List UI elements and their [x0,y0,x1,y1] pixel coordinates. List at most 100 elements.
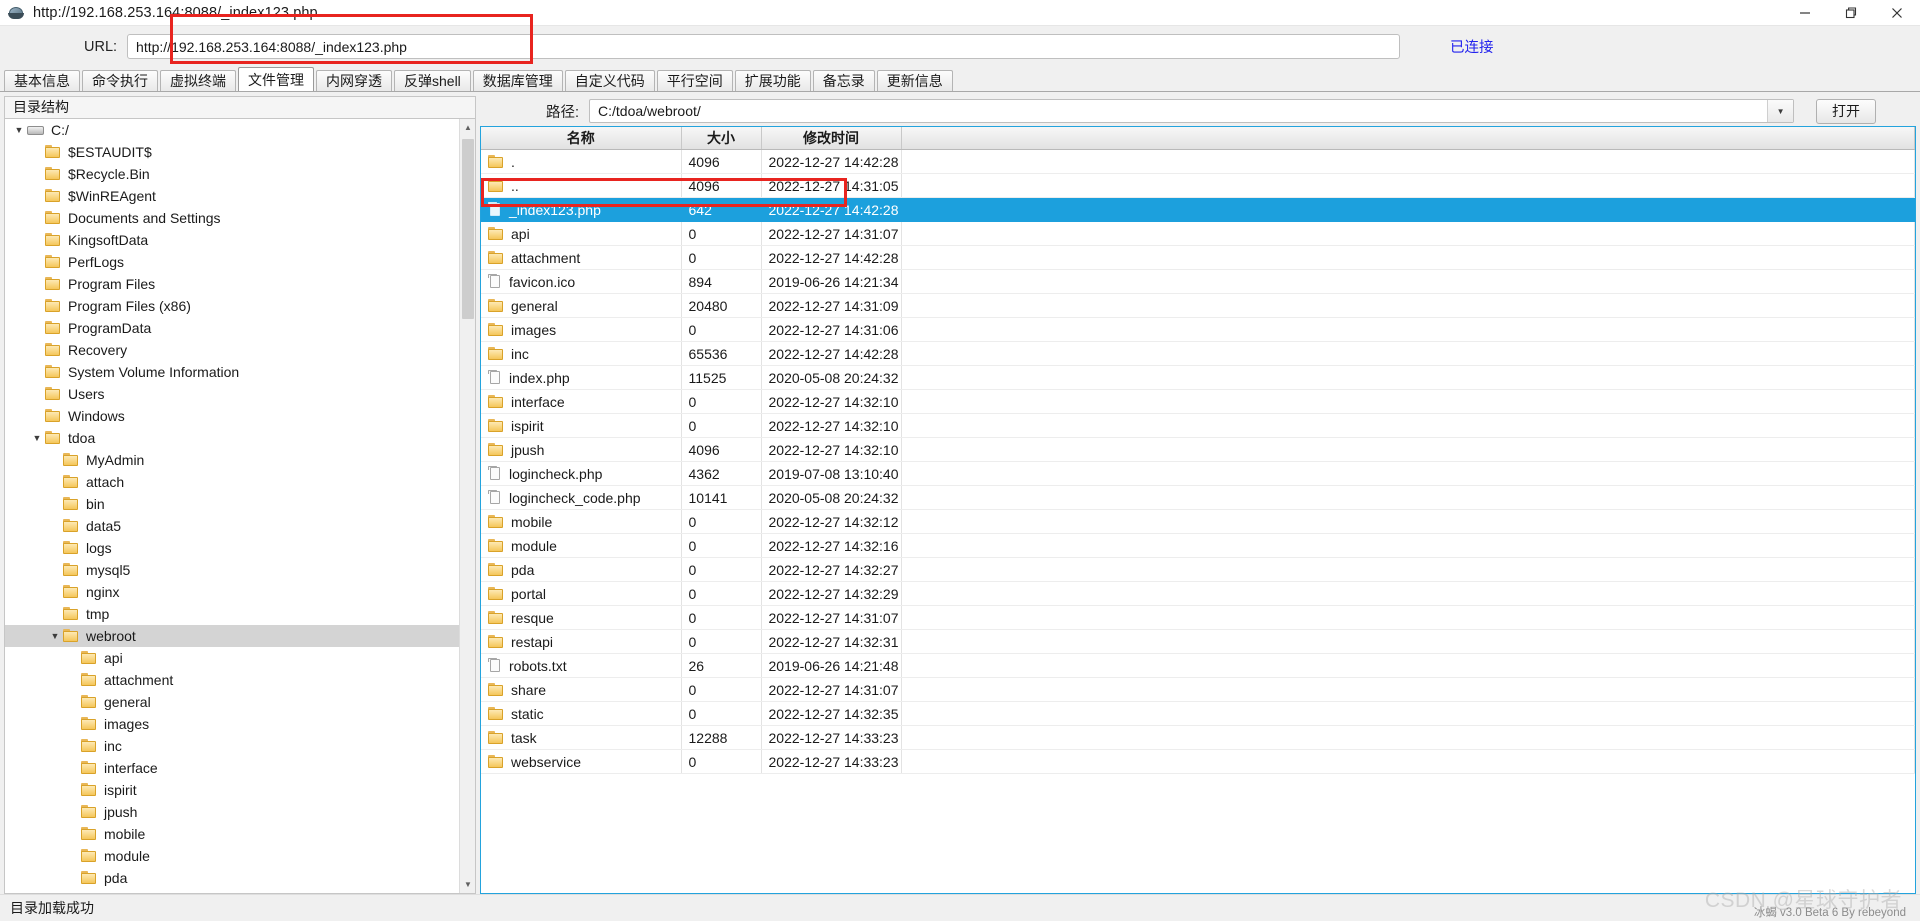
table-row[interactable]: ispirit 0 2022-12-27 14:32:10 [481,413,1915,438]
tree-node-mobile[interactable]: mobile [5,823,459,845]
tree-node-interface[interactable]: interface [5,757,459,779]
tree-node-programdata[interactable]: ProgramData [5,317,459,339]
tree-node--estaudit-[interactable]: $ESTAUDIT$ [5,141,459,163]
tab-basic-info[interactable]: 基本信息 [4,70,80,92]
tab-custom-code[interactable]: 自定义代码 [564,70,655,92]
tree-node-images[interactable]: images [5,713,459,735]
tree-node-windows[interactable]: Windows [5,405,459,427]
scroll-up-icon[interactable]: ▲ [460,119,475,136]
chevron-down-icon[interactable]: ▼ [1767,100,1794,122]
tree-node-program-files-x86-[interactable]: Program Files (x86) [5,295,459,317]
table-row[interactable]: task 12288 2022-12-27 14:33:23 [481,725,1915,750]
table-row[interactable]: inc 65536 2022-12-27 14:42:28 [481,341,1915,366]
cell-extra [901,701,1915,726]
cell-name: logincheck_code.php [481,485,682,510]
table-row[interactable]: portal 0 2022-12-27 14:32:29 [481,581,1915,606]
table-row[interactable]: restapi 0 2022-12-27 14:32:31 [481,629,1915,654]
column-header-extra[interactable] [901,127,1915,150]
tree-node-tmp[interactable]: tmp [5,603,459,625]
table-row[interactable]: webservice 0 2022-12-27 14:33:23 [481,749,1915,774]
tab-database-manager[interactable]: 数据库管理 [472,70,563,92]
tree-node-webroot[interactable]: ▼ webroot [5,625,459,647]
folder-icon [488,322,505,337]
tree-node-data5[interactable]: data5 [5,515,459,537]
close-button[interactable] [1874,0,1920,26]
tab-file-manager[interactable]: 文件管理 [238,67,314,92]
tree-node-label: inc [104,738,122,754]
tree-node-logs[interactable]: logs [5,537,459,559]
table-row[interactable]: favicon.ico 894 2019-06-26 14:21:34 [481,269,1915,294]
cell-extra [901,365,1915,390]
tree-node--winreagent[interactable]: $WinREAgent [5,185,459,207]
tree-node-api[interactable]: api [5,647,459,669]
table-row[interactable]: _index123.php 642 2022-12-27 14:42:28 [481,197,1915,222]
table-row[interactable]: pda 0 2022-12-27 14:32:27 [481,557,1915,582]
tree-node-module[interactable]: module [5,845,459,867]
url-bar: URL: 已连接 [0,14,1920,67]
table-row[interactable]: robots.txt 26 2019-06-26 14:21:48 [481,653,1915,678]
tree-node-tdoa[interactable]: ▼ tdoa [5,427,459,449]
column-header-size[interactable]: 大小 [681,127,762,150]
table-row[interactable]: static 0 2022-12-27 14:32:35 [481,701,1915,726]
tab-parallel-space[interactable]: 平行空间 [656,70,733,92]
tree-node-label: jpush [104,804,138,820]
tree-node-recovery[interactable]: Recovery [5,339,459,361]
table-row[interactable]: attachment 0 2022-12-27 14:42:28 [481,245,1915,270]
tree-node-attachment[interactable]: attachment [5,669,459,691]
tree-node-ispirit[interactable]: ispirit [5,779,459,801]
tree-node-system-volume-information[interactable]: System Volume Information [5,361,459,383]
table-row[interactable]: logincheck_code.php 10141 2020-05-08 20:24… [481,485,1915,510]
tab-memo[interactable]: 备忘录 [812,70,875,92]
table-row[interactable]: module 0 2022-12-27 14:32:16 [481,533,1915,558]
open-button[interactable]: 打开 [1816,98,1877,124]
table-row[interactable]: logincheck.php 4362 2019-07-08 13:10:40 [481,461,1915,486]
table-row[interactable]: api 0 2022-12-27 14:31:07 [481,221,1915,246]
maximize-button[interactable] [1828,0,1874,26]
tree-node-attach[interactable]: attach [5,471,459,493]
table-row[interactable]: interface 0 2022-12-27 14:32:10 [481,389,1915,414]
tree-node-jpush[interactable]: jpush [5,801,459,823]
table-row[interactable]: general 20480 2022-12-27 14:31:09 [481,293,1915,318]
table-row[interactable]: . 4096 2022-12-27 14:42:28 [481,149,1915,174]
tree-node-program-files[interactable]: Program Files [5,273,459,295]
tree-node-kingsoftdata[interactable]: KingsoftData [5,229,459,251]
tree-node-pda[interactable]: pda [5,867,459,889]
tab-extensions[interactable]: 扩展功能 [734,70,811,92]
minimize-button[interactable] [1782,0,1828,26]
table-row[interactable]: jpush 4096 2022-12-27 14:32:10 [481,437,1915,462]
scroll-down-icon[interactable]: ▼ [460,876,475,893]
tree-node-general[interactable]: general [5,691,459,713]
chevron-down-icon[interactable]: ▼ [29,427,45,449]
tree-node-documents-and-settings[interactable]: Documents and Settings [5,207,459,229]
tab-virtual-terminal[interactable]: 虚拟终端 [160,70,236,92]
scroll-thumb[interactable] [462,139,474,319]
chevron-down-icon[interactable]: ▼ [47,625,63,647]
tree-node-nginx[interactable]: nginx [5,581,459,603]
tree-node-users[interactable]: Users [5,383,459,405]
tab-reverse-shell[interactable]: 反弹shell [394,70,471,92]
cell-name: webservice [481,749,682,774]
table-row[interactable]: share 0 2022-12-27 14:31:07 [481,677,1915,702]
tree-node-inc[interactable]: inc [5,735,459,757]
path-input[interactable] [589,99,1795,123]
column-header-mtime[interactable]: 修改时间 [761,127,902,150]
table-row[interactable]: .. 4096 2022-12-27 14:31:05 [481,173,1915,198]
column-header-name[interactable]: 名称 [481,127,682,150]
url-input[interactable] [127,34,1401,59]
table-row[interactable]: index.php 11525 2020-05-08 20:24:32 [481,365,1915,390]
tree-node-bin[interactable]: bin [5,493,459,515]
tree-node--recycle-bin[interactable]: $Recycle.Bin [5,163,459,185]
tab-intranet-tunnel[interactable]: 内网穿透 [316,70,392,92]
path-combobox[interactable]: ▼ [589,99,1795,123]
table-row[interactable]: mobile 0 2022-12-27 14:32:12 [481,509,1915,534]
table-row[interactable]: resque 0 2022-12-27 14:31:07 [481,605,1915,630]
chevron-down-icon[interactable]: ▼ [11,119,27,141]
tree-node-mysql5[interactable]: mysql5 [5,559,459,581]
tree-node-c-[interactable]: ▼ C:/ [5,119,459,141]
tab-command-exec[interactable]: 命令执行 [82,70,158,92]
tab-update-info[interactable]: 更新信息 [876,70,953,92]
table-row[interactable]: images 0 2022-12-27 14:31:06 [481,317,1915,342]
tree-node-myadmin[interactable]: MyAdmin [5,449,459,471]
tree-vertical-scrollbar[interactable]: ▲ ▼ [459,119,475,893]
tree-node-perflogs[interactable]: PerfLogs [5,251,459,273]
